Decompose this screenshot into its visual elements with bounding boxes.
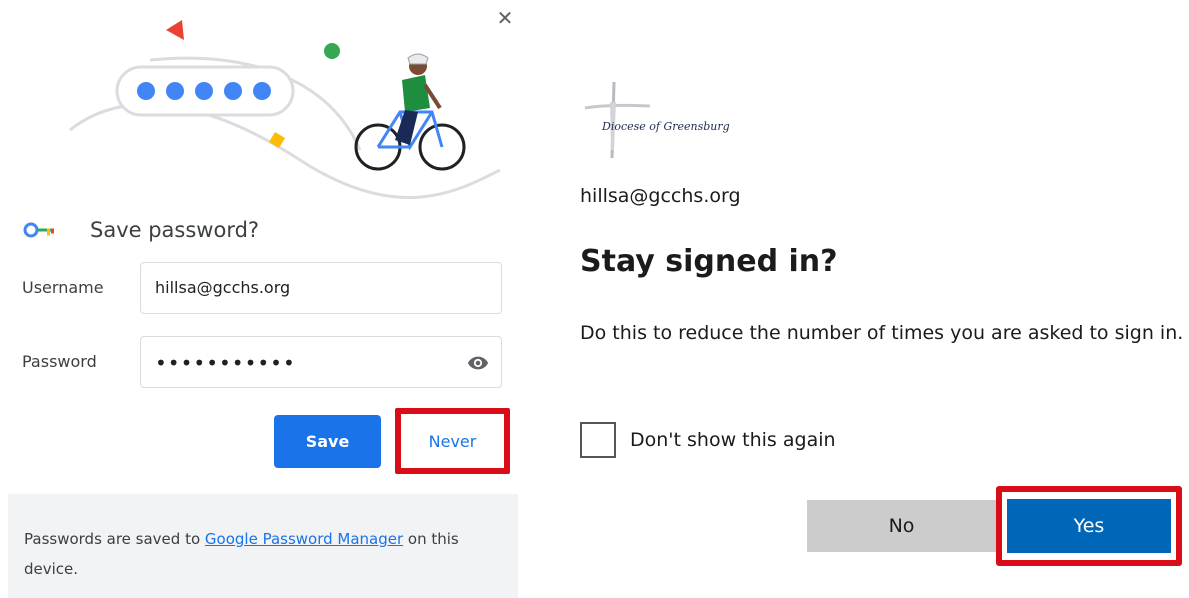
eye-icon[interactable] (467, 352, 489, 374)
description-text: Do this to reduce the number of times yo… (580, 322, 1184, 344)
never-button[interactable]: Never (395, 408, 510, 474)
logo-text: Diocese of Greensburg (602, 120, 730, 133)
dont-show-again-label[interactable]: Don't show this again (630, 429, 836, 451)
close-button[interactable]: ✕ (493, 6, 517, 30)
yes-button[interactable]: Yes (1007, 499, 1171, 553)
password-field[interactable]: ••••••••••• (140, 336, 502, 388)
save-password-header: Save password? (22, 214, 259, 246)
save-button[interactable]: Save (274, 415, 381, 468)
organization-logo: Diocese of Greensburg (580, 80, 780, 160)
username-field[interactable]: hillsa@gcchs.org (140, 262, 502, 314)
yes-highlight: Yes (996, 486, 1182, 566)
stay-signed-in-panel: Diocese of Greensburg hillsa@gcchs.org S… (540, 0, 1189, 598)
account-email: hillsa@gcchs.org (580, 185, 741, 207)
password-label: Password (22, 352, 97, 371)
save-password-bubble: ✕ Save password? Username hillsa@gcchs.o… (0, 0, 520, 598)
footer-prefix: Passwords are saved to (24, 530, 205, 548)
username-label: Username (22, 278, 104, 297)
footer-text: Passwords are saved to Google Password M… (24, 524, 504, 584)
username-value: hillsa@gcchs.org (155, 278, 291, 297)
save-password-title: Save password? (90, 218, 260, 242)
dont-show-again-checkbox[interactable] (580, 422, 616, 458)
never-button-label: Never (428, 431, 477, 451)
key-icon (22, 218, 70, 242)
page-title: Stay signed in? (580, 244, 838, 279)
password-value: ••••••••••• (155, 351, 296, 375)
password-footer: Passwords are saved to Google Password M… (8, 494, 518, 598)
dont-show-again-row[interactable]: Don't show this again (580, 422, 836, 458)
no-button[interactable]: No (807, 500, 996, 552)
google-password-manager-link[interactable]: Google Password Manager (205, 530, 403, 548)
cyclist-illustration (69, 20, 501, 200)
